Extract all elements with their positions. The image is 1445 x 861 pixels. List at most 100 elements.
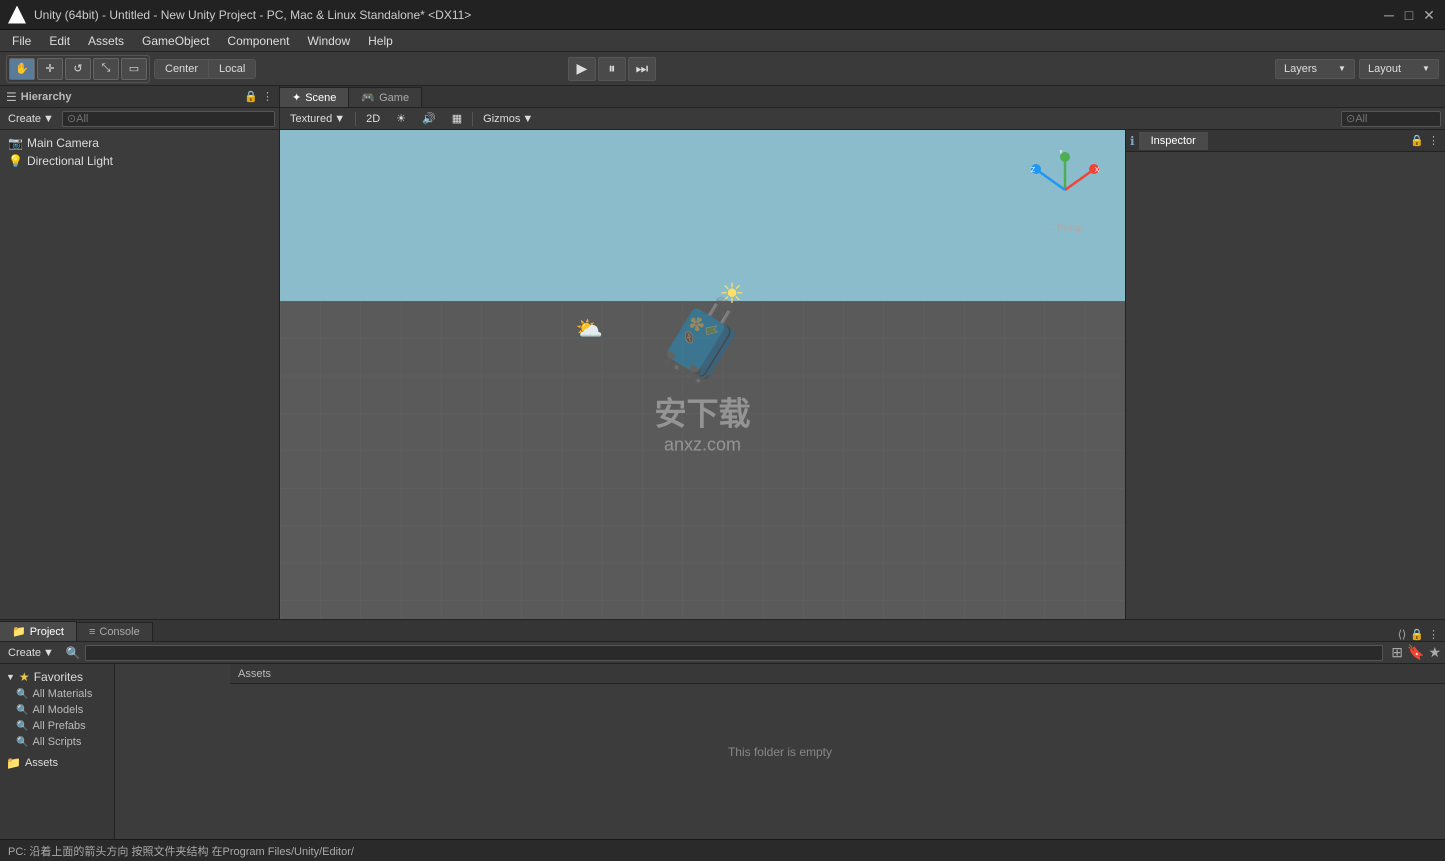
project-search-input[interactable] <box>85 645 1383 661</box>
menu-help[interactable]: Help <box>360 32 401 50</box>
menu-edit[interactable]: Edit <box>41 32 78 50</box>
hierarchy-content: 📷 Main Camera 💡 Directional Light <box>0 130 279 619</box>
project-assets-folder[interactable]: 📁 Assets <box>0 754 114 772</box>
scene-search-input[interactable] <box>1341 111 1441 127</box>
project-files-assets-label: Assets <box>238 668 271 680</box>
inspector-tab-label: Inspector <box>1151 135 1196 147</box>
move-tool-button[interactable]: ✛ <box>37 58 63 80</box>
console-tab-icon: ≡ <box>89 626 95 638</box>
favorites-expand-icon: ▼ <box>6 672 15 682</box>
hierarchy-menu-button[interactable]: ⋮ <box>262 90 273 103</box>
scale-tool-button[interactable]: ⤡ <box>93 58 119 80</box>
pause-button[interactable]: ⏸ <box>598 57 626 81</box>
scene-gizmos-label: Gizmos <box>483 113 520 125</box>
layers-dropdown[interactable]: Layers ▼ <box>1275 59 1355 79</box>
project-files-area: Assets This folder is empty <box>115 664 1445 839</box>
tool-buttons-group: ✋ ✛ ↺ ⤡ ▭ <box>6 55 150 83</box>
minimize-button[interactable]: ─ <box>1381 7 1397 23</box>
all-materials-label: All Materials <box>32 688 92 700</box>
hierarchy-item-directional-light[interactable]: 💡 Directional Light <box>0 152 279 170</box>
scene-effects-button[interactable]: ▦ <box>446 110 468 127</box>
scene-toolbar-sep1 <box>355 112 356 126</box>
hierarchy-create-label: Create <box>8 113 41 125</box>
hand-tool-button[interactable]: ✋ <box>9 58 35 80</box>
project-content: ▼ ★ Favorites 🔍 All Materials 🔍 All Mode… <box>0 664 1445 839</box>
project-menu-button[interactable]: ⋮ <box>1428 628 1439 641</box>
project-search-icon: 🔍 <box>66 646 81 660</box>
inspector-tabs-row: ℹ Inspector 🔒 ⋮ <box>1126 130 1445 152</box>
inspector-lock-button[interactable]: 🔒 <box>1410 134 1424 147</box>
project-tabs: 📁 Project ≡ Console ⟨⟩ 🔒 ⋮ <box>0 620 1445 642</box>
tab-scene[interactable]: ✦ Scene <box>280 87 349 107</box>
pivot-local-button[interactable]: Local <box>209 60 255 78</box>
project-toolbar: Create ▼ 🔍 ⊞ 🔖 ★ <box>0 642 1445 664</box>
cloud-icon: ⛅ <box>576 316 603 342</box>
project-sidebar-all-prefabs[interactable]: 🔍 All Prefabs <box>0 718 114 734</box>
play-button[interactable]: ▶ <box>568 57 596 81</box>
svg-text:X: X <box>1095 167 1100 174</box>
grid-overlay <box>280 301 1125 619</box>
rotate-tool-button[interactable]: ↺ <box>65 58 91 80</box>
menu-component[interactable]: Component <box>219 32 297 50</box>
tab-console[interactable]: ≡ Console <box>77 622 153 641</box>
game-tab-label: Game <box>379 92 409 104</box>
scene-viewport[interactable]: ☀ ⛅ <box>280 130 1125 619</box>
hierarchy-item-main-camera[interactable]: 📷 Main Camera <box>0 134 279 152</box>
all-models-label: All Models <box>32 704 83 716</box>
menu-gameobject[interactable]: GameObject <box>134 32 217 50</box>
layers-layout-group: Layers ▼ Layout ▼ <box>1275 59 1439 79</box>
project-star-filter-button[interactable]: ★ <box>1428 644 1441 661</box>
scene-lights-button[interactable]: ☀ <box>390 110 412 127</box>
tab-project[interactable]: 📁 Project <box>0 621 77 641</box>
project-search-area: 🔍 <box>62 645 1387 661</box>
toolbar: ✋ ✛ ↺ ⤡ ▭ Center Local ▶ ⏸ ⏭ Layers ▼ La… <box>0 52 1445 86</box>
menu-assets[interactable]: Assets <box>80 32 132 50</box>
inspector-menu-button[interactable]: ⋮ <box>1428 134 1439 147</box>
all-scripts-label: All Scripts <box>32 736 81 748</box>
scene-gizmos-button[interactable]: Gizmos ▼ <box>477 111 539 127</box>
tab-game[interactable]: 🎮 Game <box>349 87 422 107</box>
empty-folder-message: This folder is empty <box>728 745 832 759</box>
project-lock-button[interactable]: 🔒 <box>1410 628 1424 641</box>
scene-2d-label: 2D <box>366 113 380 125</box>
hierarchy-lock-button[interactable]: 🔒 <box>244 90 258 103</box>
pivot-center-button[interactable]: Center <box>155 60 209 78</box>
step-button[interactable]: ⏭ <box>628 57 656 81</box>
maximize-button[interactable]: □ <box>1401 7 1417 23</box>
all-prefabs-label: All Prefabs <box>32 720 85 732</box>
layout-dropdown[interactable]: Layout ▼ <box>1359 59 1439 79</box>
project-bookmark-button[interactable]: 🔖 <box>1407 644 1424 661</box>
hierarchy-search-input[interactable] <box>62 111 275 127</box>
hierarchy-icon: ☰ <box>6 90 17 104</box>
project-sidebar-all-materials[interactable]: 🔍 All Materials <box>0 686 114 702</box>
project-favorites-header[interactable]: ▼ ★ Favorites <box>0 668 114 686</box>
project-sidebar-all-scripts[interactable]: 🔍 All Scripts <box>0 734 114 750</box>
hierarchy-toolbar: Create ▼ <box>0 108 279 130</box>
search-icon-scripts: 🔍 <box>16 737 28 748</box>
scene-audio-button[interactable]: 🔊 <box>416 110 442 127</box>
project-view-toggle-button[interactable]: ⊞ <box>1391 644 1403 661</box>
layout-dropdown-arrow: ▼ <box>1422 64 1430 73</box>
project-create-button[interactable]: Create ▼ <box>4 645 58 661</box>
assets-folder-icon: 📁 <box>6 756 21 770</box>
project-sidebar-all-models[interactable]: 🔍 All Models <box>0 702 114 718</box>
project-collapse-button[interactable]: ⟨⟩ <box>1398 628 1407 641</box>
scene-textured-label: Textured <box>290 113 332 125</box>
scene-2d-button[interactable]: 2D <box>360 111 386 127</box>
hierarchy-panel: ☰ Hierarchy 🔒 ⋮ Create ▼ 📷 Main Camera 💡… <box>0 86 280 619</box>
hierarchy-create-button[interactable]: Create ▼ <box>4 111 58 127</box>
menu-file[interactable]: File <box>4 32 39 50</box>
search-icon-materials: 🔍 <box>16 689 28 700</box>
gizmo-widget[interactable]: Y X Z ←Persp <box>1025 150 1105 230</box>
menu-window[interactable]: Window <box>299 32 358 50</box>
tab-inspector[interactable]: Inspector <box>1139 132 1208 150</box>
close-button[interactable]: ✕ <box>1421 7 1437 23</box>
center-panels: ✦ Scene 🎮 Game Textured ▼ 2D ☀ 🔊 ▦ Giz <box>280 86 1445 619</box>
inspector-panel: ℹ Inspector 🔒 ⋮ <box>1125 130 1445 619</box>
rect-tool-button[interactable]: ▭ <box>121 58 147 80</box>
scene-textured-button[interactable]: Textured ▼ <box>284 111 351 127</box>
project-create-label: Create <box>8 647 41 659</box>
favorites-label: Favorites <box>34 670 83 684</box>
scene-tab-icon: ✦ <box>292 91 301 104</box>
hierarchy-header: ☰ Hierarchy 🔒 ⋮ <box>0 86 279 108</box>
